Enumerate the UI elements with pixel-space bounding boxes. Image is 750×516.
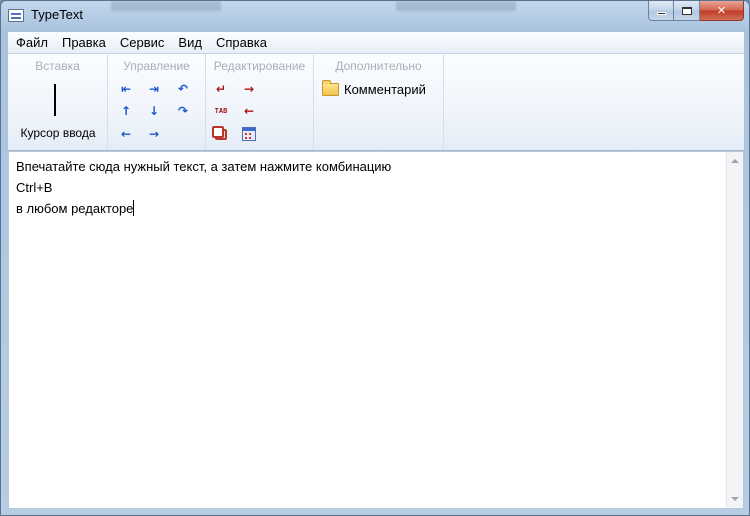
app-window: TypeText ✕ Файл Правка Сервис Вид Справк… [0,0,750,516]
close-icon: ✕ [716,4,727,17]
group-control-title: Управление [123,59,190,73]
menu-bar: Файл Правка Сервис Вид Справка [8,32,744,54]
maximize-button[interactable] [674,1,700,21]
minimize-button[interactable] [648,1,674,21]
menu-view[interactable]: Вид [171,35,209,50]
group-insert: Вставка Курсор ввода [8,54,108,150]
arrow-left-icon[interactable]: ← [117,125,135,143]
minimize-icon [656,12,666,15]
arrow-right-red-icon[interactable]: → [240,80,258,98]
close-button[interactable]: ✕ [700,1,744,21]
text-caret [133,200,135,216]
menu-tools[interactable]: Сервис [113,35,172,50]
scroll-down-icon[interactable] [731,497,739,501]
calendar-icon[interactable] [240,125,258,143]
background-blur [111,1,221,11]
tab-icon[interactable]: TAB [212,102,230,120]
group-extra: Дополнительно Комментарий [314,54,444,150]
arrow-up-icon[interactable]: ↑ [117,102,135,120]
editor-line: Ctrl+B [16,180,53,195]
arrow-down-icon[interactable]: ↓ [145,102,163,120]
text-cursor-icon [54,84,56,116]
group-insert-title: Вставка [35,59,80,73]
vertical-scrollbar[interactable] [726,152,743,508]
app-icon [8,9,24,22]
arrow-right-icon[interactable]: → [145,125,163,143]
comment-button[interactable]: Комментарий [322,79,426,98]
window-controls: ✕ [648,1,744,21]
undo-icon[interactable]: ↶ [174,80,192,98]
ribbon: Вставка Курсор ввода Управление ⇤ ⇥ ↶ ↑ … [8,54,744,151]
insert-cursor-button[interactable]: Курсор ввода [8,78,108,144]
group-control: Управление ⇤ ⇥ ↶ ↑ ↓ ↷ ← → [108,54,206,150]
editor-line-with-caret: в любом редакторе [16,198,716,219]
group-editing: Редактирование ↵ → TAB ← [206,54,314,150]
menu-edit[interactable]: Правка [55,35,113,50]
menu-help[interactable]: Справка [209,35,274,50]
scroll-up-icon[interactable] [731,159,739,163]
window-title: TypeText [31,7,84,22]
editor-line: Впечатайте сюда нужный текст, а затем на… [16,159,392,174]
folder-icon [322,79,339,96]
title-bar[interactable]: TypeText ✕ [1,1,749,31]
copy-icon[interactable] [212,125,230,143]
home-icon[interactable]: ⇤ [117,80,135,98]
group-editing-title: Редактирование [213,59,306,73]
menu-file[interactable]: Файл [8,35,55,50]
backspace-icon[interactable]: ← [240,102,258,120]
text-editor[interactable]: Впечатайте сюда нужный текст, а затем на… [8,151,744,509]
editor-content[interactable]: Впечатайте сюда нужный текст, а затем на… [16,156,716,219]
comment-label: Комментарий [344,81,426,97]
maximize-icon [681,6,692,15]
end-icon[interactable]: ⇥ [145,80,163,98]
group-extra-title: Дополнительно [335,59,422,73]
editor-line: в любом редакторе [16,201,134,216]
redo-icon[interactable]: ↷ [174,102,192,120]
background-blur [396,1,516,11]
insert-cursor-label: Курсор ввода [20,126,96,140]
enter-icon[interactable]: ↵ [212,80,230,98]
